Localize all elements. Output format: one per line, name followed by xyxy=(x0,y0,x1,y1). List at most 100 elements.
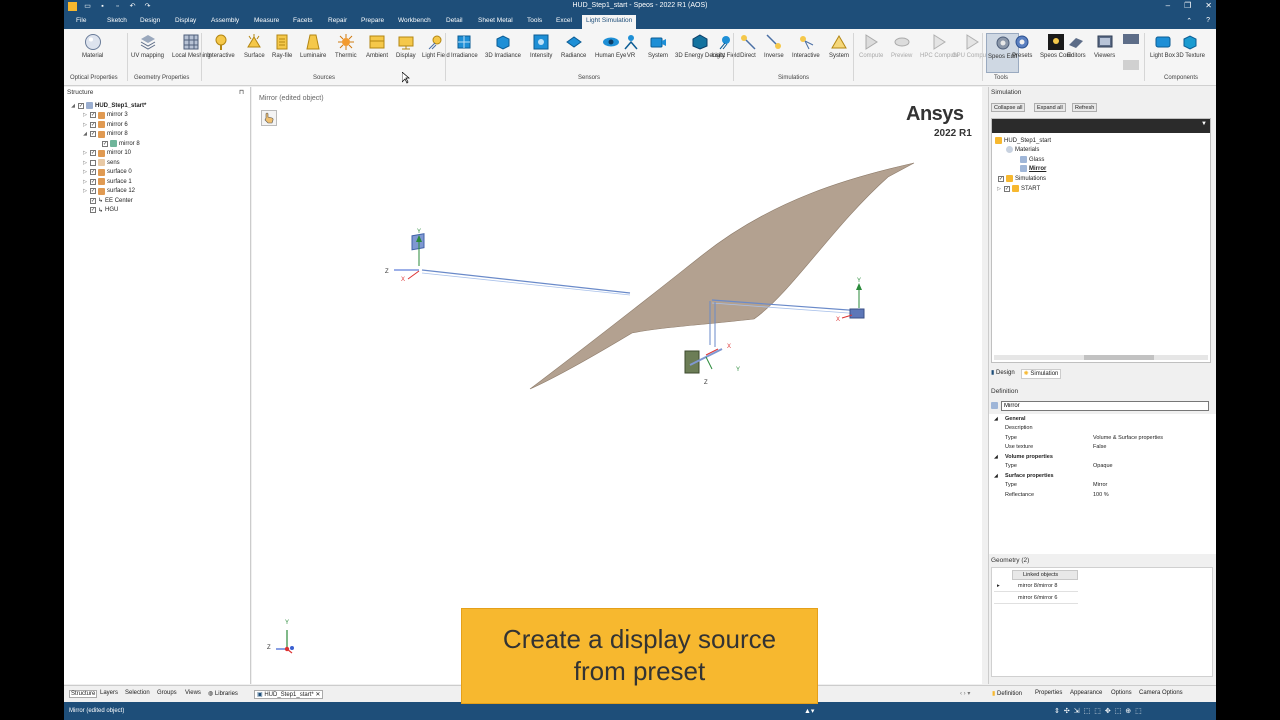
camera-sensor-button[interactable]: System xyxy=(648,33,668,60)
tree-item-root[interactable]: ◢ ✓ HUD_Step1_start* xyxy=(70,101,146,110)
document-tab[interactable]: ▣ HUD_Step1_start* ✕ xyxy=(254,690,324,699)
start-checkbox[interactable]: ✓ xyxy=(1004,185,1010,192)
radiance-sensor-button[interactable]: Radiance xyxy=(561,33,586,60)
visibility-checkbox[interactable]: ✓ xyxy=(90,169,96,175)
tab-assembly[interactable]: Assembly xyxy=(211,17,239,24)
tree-item[interactable]: ▷ ✓ surface 0 xyxy=(82,168,132,177)
prop-row-reflectance[interactable]: Reflectance 100 % xyxy=(991,492,1213,501)
tree-item[interactable]: ▷ ✓ surface 1 xyxy=(82,177,132,186)
presets-button[interactable]: Presets xyxy=(1012,33,1032,60)
tree-item[interactable]: ✓ mirror 8 xyxy=(102,139,140,148)
interactive-simulation-button[interactable]: Interactive xyxy=(792,33,820,60)
collapse-icon[interactable]: ◢ xyxy=(70,103,76,109)
ray-file-source-button[interactable]: Ray-file xyxy=(272,33,292,60)
interactive-source-button[interactable]: Interactive xyxy=(207,33,235,60)
maximize-button[interactable]: ❐ xyxy=(1184,1,1191,10)
direct-simulation-button[interactable]: Direct xyxy=(739,33,757,60)
visibility-checkbox[interactable]: ✓ xyxy=(90,121,96,128)
tab-libraries[interactable]: ◍ Libraries xyxy=(208,690,238,697)
linked-object-row[interactable]: mirror 6/mirror 6 xyxy=(994,593,1078,604)
tab-display[interactable]: Display xyxy=(175,17,196,24)
sensor-object-right[interactable]: Y X xyxy=(836,278,865,323)
sim-tree-start[interactable]: ▷ ✓ START xyxy=(996,184,1040,193)
tree-item[interactable]: ▷ ✓ mirror 3 xyxy=(82,111,128,120)
tab-file[interactable]: File xyxy=(76,17,86,24)
tab-options[interactable]: Options xyxy=(1111,690,1132,696)
sim-tree-glass[interactable]: Glass xyxy=(1020,155,1044,164)
tab-tools[interactable]: Tools xyxy=(527,17,542,24)
3d-viewport[interactable]: Mirror (edited object) Ansys 2022 R1 Y Z… xyxy=(252,87,982,684)
3d-texture-button[interactable]: 3D Texture xyxy=(1176,33,1205,60)
vr-sensor-button[interactable]: VR xyxy=(622,33,640,60)
eyebox-object[interactable]: X Y Z xyxy=(684,344,740,386)
minimize-button[interactable]: – xyxy=(1166,1,1170,10)
system-simulation-button[interactable]: System xyxy=(829,33,849,60)
compute-button[interactable]: Compute xyxy=(859,33,883,60)
tab-structure[interactable]: Structure xyxy=(69,690,98,698)
tab-design-panel[interactable]: ▮ Design xyxy=(991,369,1015,379)
refresh-button[interactable]: Refresh xyxy=(1072,103,1098,112)
light-field-sensor-button[interactable]: Light Field xyxy=(712,33,740,60)
horizontal-scrollbar[interactable] xyxy=(994,355,1208,360)
pin-icon[interactable]: ⊓ xyxy=(239,88,244,96)
status-tools-icons[interactable]: ⇕✣⇲⬚⬚✥⬚⊕⬚ xyxy=(1054,707,1146,715)
expand-all-button[interactable]: Expand all xyxy=(1034,103,1066,112)
tab-views[interactable]: Views xyxy=(185,690,201,696)
display-source-button[interactable]: Display xyxy=(396,33,416,60)
tab-appearance[interactable]: Appearance xyxy=(1070,690,1102,696)
visibility-checkbox[interactable]: ✓ xyxy=(90,131,96,137)
expand-icon[interactable]: ▷ xyxy=(82,122,88,128)
sim-tree-root[interactable]: HUD_Step1_start xyxy=(995,136,1051,145)
sim-tree-mirror[interactable]: Mirror xyxy=(1020,164,1046,173)
prop-row-use-texture[interactable]: Use texture False xyxy=(991,444,1213,453)
expand-icon[interactable]: ▷ xyxy=(82,179,88,185)
visibility-checkbox[interactable]: ✓ xyxy=(90,150,96,156)
prop-row-surface-type[interactable]: Type Mirror xyxy=(991,482,1213,491)
tree-item[interactable]: ▷ sens xyxy=(82,158,120,167)
prop-section-general[interactable]: ◢ General xyxy=(991,416,1213,425)
inverse-simulation-button[interactable]: Inverse xyxy=(764,33,784,60)
3d-irradiance-sensor-button[interactable]: 3D Irradiance xyxy=(485,33,521,60)
in-button[interactable] xyxy=(1122,33,1140,48)
visibility-checkbox[interactable]: ✓ xyxy=(90,188,96,194)
tab-workbench[interactable]: Workbench xyxy=(398,17,431,24)
display-source-object[interactable]: Y Z X xyxy=(385,229,425,283)
tab-properties[interactable]: Properties xyxy=(1035,690,1062,696)
tab-repair[interactable]: Repair xyxy=(328,17,347,24)
irradiance-sensor-button[interactable]: Irradiance xyxy=(451,33,478,60)
tab-detail[interactable]: Detail xyxy=(446,17,463,24)
tab-facets[interactable]: Facets xyxy=(293,17,313,24)
viewers-button[interactable]: Viewers xyxy=(1094,33,1115,60)
mirror-surface[interactable] xyxy=(529,162,915,390)
local-meshing-button[interactable]: Local Meshing xyxy=(172,33,211,60)
out-button[interactable] xyxy=(1122,59,1140,74)
uv-mapping-button[interactable]: UV mapping xyxy=(131,33,164,60)
tab-prepare[interactable]: Prepare xyxy=(361,17,384,24)
prop-section-volume[interactable]: ◢ Volume properties xyxy=(991,454,1213,463)
ambient-source-button[interactable]: Ambient xyxy=(366,33,388,60)
light-box-button[interactable]: Light Box xyxy=(1150,33,1175,60)
expand-icon[interactable]: ▷ xyxy=(82,160,88,166)
tree-item[interactable]: ▷ ✓ surface 12 xyxy=(82,187,135,196)
visibility-checkbox[interactable]: ✓ xyxy=(90,178,96,185)
tree-item[interactable]: ✓ ↳ EE Center xyxy=(90,196,133,205)
scrollbar-thumb[interactable] xyxy=(1084,355,1154,360)
tab-measure[interactable]: Measure xyxy=(254,17,279,24)
visibility-checkbox[interactable] xyxy=(90,159,96,166)
visibility-checkbox[interactable]: ✓ xyxy=(90,207,96,213)
expand-icon[interactable]: ▷ xyxy=(996,186,1002,192)
tab-sketch[interactable]: Sketch xyxy=(107,17,127,24)
tree-item[interactable]: ▷ ✓ mirror 10 xyxy=(82,149,131,158)
close-button[interactable]: ✕ xyxy=(1205,1,1212,10)
prop-section-surface[interactable]: ◢ Surface properties xyxy=(991,473,1213,482)
prop-row-volume-type[interactable]: Type Opaque xyxy=(991,463,1213,472)
sim-tree-materials[interactable]: Materials xyxy=(1006,145,1039,154)
tab-light-simulation[interactable]: Light Simulation xyxy=(582,15,637,29)
tab-camera-options[interactable]: Camera Options xyxy=(1139,690,1183,696)
expand-icon[interactable]: ▷ xyxy=(82,112,88,118)
tree-item[interactable]: ◢ ✓ mirror 8 xyxy=(82,130,128,139)
visibility-checkbox[interactable]: ✓ xyxy=(78,102,84,109)
visibility-checkbox[interactable]: ✓ xyxy=(90,197,96,204)
tree-item[interactable]: ✓ ↳ HGU xyxy=(90,206,118,215)
collapse-ribbon-icon[interactable]: ⌃ xyxy=(1186,17,1192,25)
